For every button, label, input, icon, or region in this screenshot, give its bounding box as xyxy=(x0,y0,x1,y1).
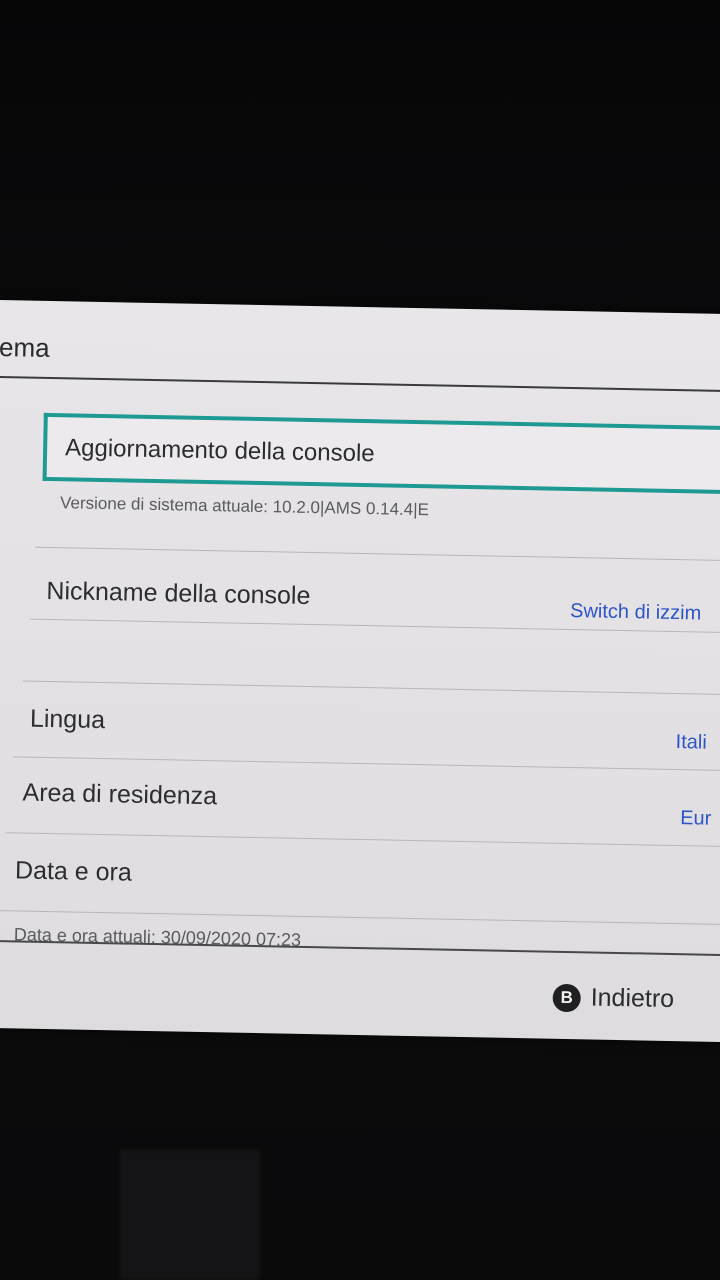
datetime-item[interactable]: Data e ora xyxy=(0,300,720,886)
console-update-item[interactable]: Aggiornamento della console xyxy=(42,412,720,495)
divider xyxy=(0,910,720,926)
back-label: Indietro xyxy=(590,983,675,1014)
system-settings-panel: ema Aggiornamento della console Versione… xyxy=(0,300,720,1043)
background-glare xyxy=(120,1150,260,1280)
divider xyxy=(13,756,720,772)
divider xyxy=(22,680,720,696)
region-label: Area di residenza xyxy=(22,778,218,811)
language-label: Lingua xyxy=(29,704,106,735)
nickname-value: Switch di izzim xyxy=(569,600,702,625)
header-divider xyxy=(0,375,720,393)
nickname-label: Nickname della console xyxy=(46,576,311,611)
datetime-label: Data e ora xyxy=(14,856,133,887)
system-version-text: Versione di sistema attuale: 10.2.0|AMS … xyxy=(59,493,430,520)
language-value: Itali xyxy=(675,731,707,754)
console-update-label: Aggiornamento della console xyxy=(64,434,375,468)
page-title: ema xyxy=(0,331,50,363)
footer-divider xyxy=(0,939,720,957)
divider xyxy=(5,832,720,848)
nickname-item[interactable]: Nickname della console Switch di izzim xyxy=(0,300,720,625)
region-item[interactable]: Area di residenza Eur xyxy=(0,300,720,830)
b-button-icon: B xyxy=(552,983,581,1012)
region-value: Eur xyxy=(679,807,712,830)
divider xyxy=(35,546,720,562)
back-button[interactable]: B Indietro xyxy=(552,983,674,1014)
language-item[interactable]: Lingua Itali xyxy=(0,300,720,754)
photo-frame: ema Aggiornamento della console Versione… xyxy=(0,0,720,1280)
